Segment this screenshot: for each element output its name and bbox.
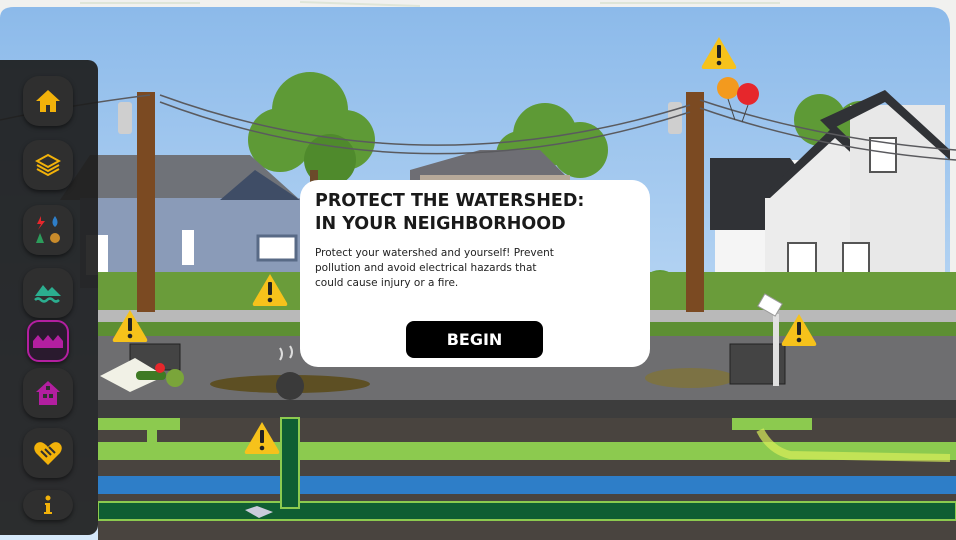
dialog-body: Protect your watershed and yourself! Pre… [315, 247, 554, 289]
neighborhood-houses-icon [33, 335, 63, 348]
info-button[interactable] [23, 490, 73, 520]
layers-button[interactable] [23, 140, 73, 190]
home-button[interactable] [23, 76, 73, 126]
house-button[interactable] [23, 368, 73, 418]
watershed-button[interactable] [23, 268, 73, 318]
intro-dialog: PROTECT THE WATERSHED: IN YOUR NEIGHBORHO… [300, 180, 650, 367]
community-button[interactable] [23, 428, 73, 478]
mountain-water-icon [34, 285, 61, 303]
heart-hands-icon [34, 442, 62, 465]
home-icon [36, 90, 60, 112]
hazard-types-button[interactable] [23, 205, 73, 255]
info-icon [44, 495, 52, 514]
sidebar-nav [0, 60, 98, 535]
hazard-types-icon [36, 216, 60, 243]
dialog-title: PROTECT THE WATERSHED: IN YOUR NEIGHBORHO… [315, 190, 635, 236]
dialog-title-line2: IN YOUR NEIGHBORHOOD [315, 214, 566, 234]
neighborhood-button[interactable] [27, 320, 69, 362]
dialog-title-line1: PROTECT THE WATERSHED: [315, 191, 585, 211]
house-outline-icon [36, 381, 60, 405]
begin-button[interactable]: BEGIN [406, 321, 543, 358]
layers-icon [35, 153, 61, 177]
